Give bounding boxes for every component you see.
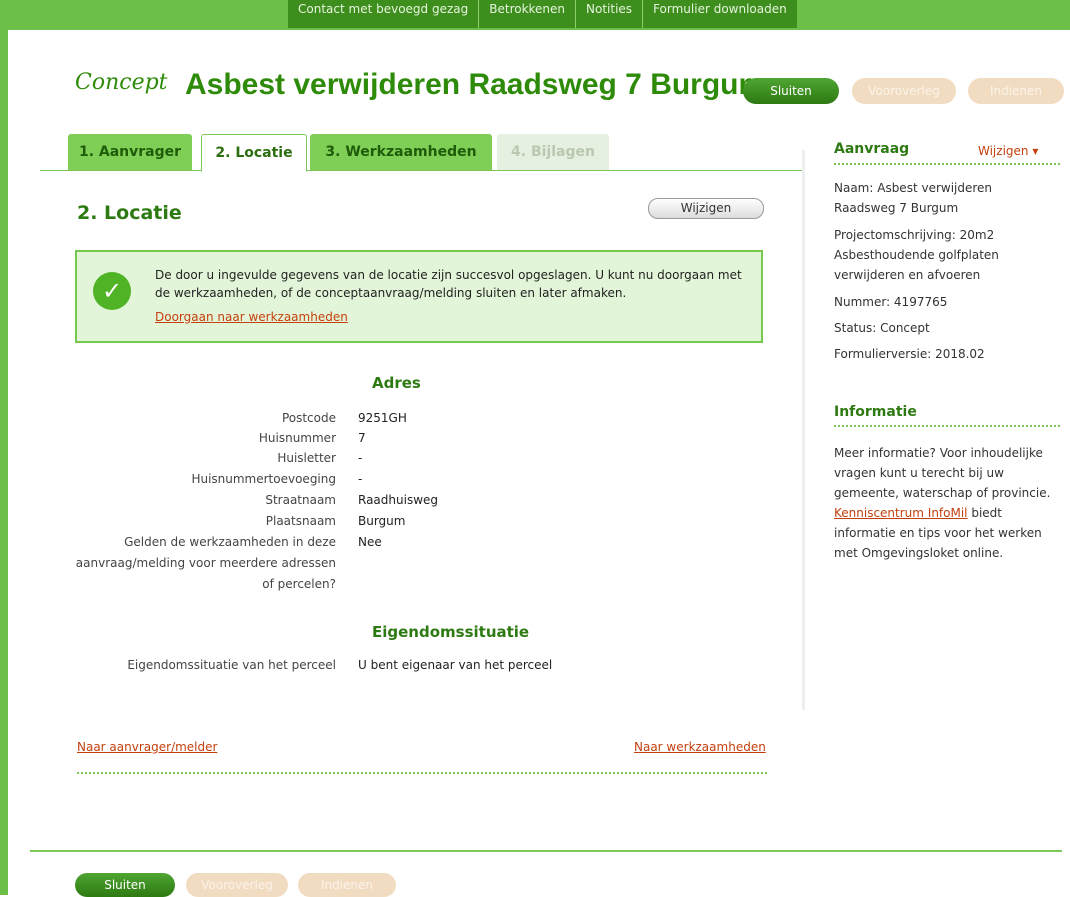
value-plaatsnaam: Burgum (358, 514, 406, 528)
value-postcode: 9251GH (358, 411, 407, 425)
footer-vooroverleg-button[interactable]: Vooroverleg (186, 873, 288, 897)
aanvraag-formulierversie: Formulierversie: 2018.02 (834, 347, 985, 361)
aanvraag-nummer: Nummer: 4197765 (834, 295, 948, 309)
aanvraag-naam-1: Naam: Asbest verwijderen (834, 181, 993, 195)
value-huisletter: - (358, 451, 363, 465)
footer-sluiten-button[interactable]: Sluiten (75, 873, 175, 897)
info-line-4: Kenniscentrum InfoMil biedt (834, 503, 1059, 523)
top-nav-download[interactable]: Formulier downloaden (643, 0, 797, 28)
content-divider (77, 772, 767, 774)
aanvraag-heading: Aanvraag (834, 141, 910, 157)
label-column: Postcode Huisnummer Huisletter Huisnumme… (0, 0, 336, 895)
adres-heading: Adres (372, 374, 421, 392)
aanvraag-omschrijving-2: Asbesthoudende golfplaten (834, 248, 999, 262)
top-nav-notities[interactable]: Notities (576, 0, 644, 28)
footer-divider (30, 850, 1062, 852)
label-plaatsnaam: Plaatsnaam (265, 514, 336, 528)
aanvraag-divider (834, 163, 1060, 165)
indienen-button[interactable]: Indienen (968, 78, 1064, 104)
prev-link[interactable]: Naar aanvrager/melder (77, 740, 217, 754)
label-straatnaam: Straatnaam (265, 493, 336, 507)
value-huisnummer: 7 (358, 431, 366, 445)
aanvraag-omschrijving-1: Projectomschrijving: 20m2 (834, 228, 995, 242)
sluiten-button[interactable]: Sluiten (743, 78, 839, 104)
label-postcode: Postcode (281, 411, 336, 425)
info-line-1: Meer informatie? Voor inhoudelijke (834, 446, 1043, 460)
sidebar-wijzigen-menu[interactable]: Wijzigen ▾ (978, 144, 1038, 158)
infomil-link[interactable]: Kenniscentrum InfoMil (834, 506, 968, 520)
value-toevoeging: - (358, 472, 363, 486)
eigendom-heading: Eigendomssituatie (372, 623, 530, 641)
aanvraag-status: Status: Concept (834, 321, 930, 335)
label-toevoeging: Huisnummertoevoeging (191, 472, 336, 486)
informatie-heading: Informatie (834, 404, 917, 420)
column-divider (802, 150, 805, 710)
vooroverleg-button[interactable]: Vooroverleg (852, 78, 956, 104)
label-meerdere-3: of percelen? (262, 577, 336, 591)
label-huisletter: Huisletter (277, 451, 336, 465)
aanvraag-naam-2: Raadsweg 7 Burgum (834, 201, 959, 215)
info-line-2: vragen kunt u terecht bij uw (834, 466, 1004, 480)
info-line-6: met Omgevingsloket online. (834, 546, 1004, 560)
top-nav: Contact met bevoegd gezag Betrokkenen No… (288, 0, 797, 28)
label-meerdere-2: aanvraag/melding voor meerdere adressen (75, 556, 336, 570)
value-meerdere: Nee (358, 535, 382, 549)
top-nav-betrokkenen[interactable]: Betrokkenen (479, 0, 577, 28)
info-line-5: informatie en tips voor het werken (834, 526, 1042, 540)
informatie-divider (834, 425, 1060, 427)
footer-indienen-button[interactable]: Indienen (298, 873, 396, 897)
info-after: biedt (967, 506, 1003, 520)
value-straatnaam: Raadhuisweg (358, 493, 439, 507)
label-eigendom: Eigendomssituatie van het perceel (127, 658, 336, 672)
tab-werkzaamheden[interactable]: 3. Werkzaamheden (310, 134, 492, 170)
label-huisnummer: Huisnummer (258, 431, 336, 445)
aanvraag-omschrijving-3: verwijderen en afvoeren (834, 268, 981, 282)
info-line-3: gemeente, waterschap of provincie. (834, 486, 1051, 500)
label-meerdere-1: Gelden de werkzaamheden in deze (124, 535, 336, 549)
tab-bijlagen: 4. Bijlagen (497, 134, 609, 170)
next-link[interactable]: Naar werkzaamheden (634, 740, 766, 754)
value-eigendom: U bent eigenaar van het perceel (358, 658, 553, 672)
wijzigen-button[interactable]: Wijzigen (648, 198, 764, 219)
